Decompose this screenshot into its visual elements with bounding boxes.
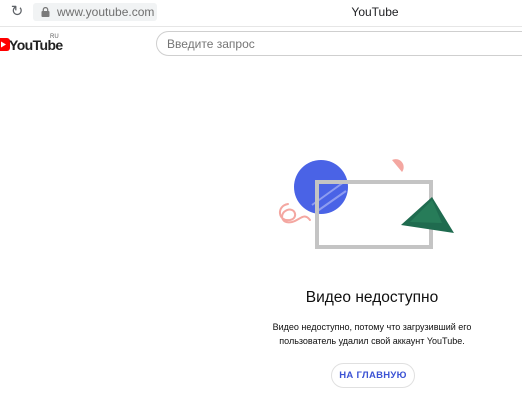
error-message-line: пользователь удалил свой аккаунт YouTube… bbox=[279, 336, 465, 346]
error-message: Видео недоступно, потому что загрузивший… bbox=[222, 320, 522, 348]
logo-region-label: RU bbox=[50, 34, 59, 40]
address-bar[interactable]: www.youtube.com bbox=[33, 3, 157, 21]
unavailable-illustration bbox=[279, 159, 454, 249]
error-title: Видео недоступно bbox=[305, 289, 439, 306]
go-home-button[interactable]: НА ГЛАВНУЮ bbox=[331, 363, 415, 388]
url-text: www.youtube.com bbox=[57, 5, 155, 19]
pink-half-circle-shape bbox=[392, 159, 404, 172]
search-input[interactable] bbox=[167, 36, 507, 51]
tab-title: YouTube bbox=[351, 5, 399, 19]
reload-icon[interactable]: ↻ bbox=[9, 4, 25, 20]
search-box[interactable] bbox=[156, 31, 522, 56]
lock-icon bbox=[41, 7, 50, 17]
error-message-line: Видео недоступно, потому что загрузивший… bbox=[272, 322, 472, 332]
browser-toolbar: ↻ www.youtube.com YouTube bbox=[0, 0, 522, 27]
blue-circle-shape bbox=[294, 160, 348, 214]
youtube-header: YouTube RU bbox=[0, 27, 522, 63]
